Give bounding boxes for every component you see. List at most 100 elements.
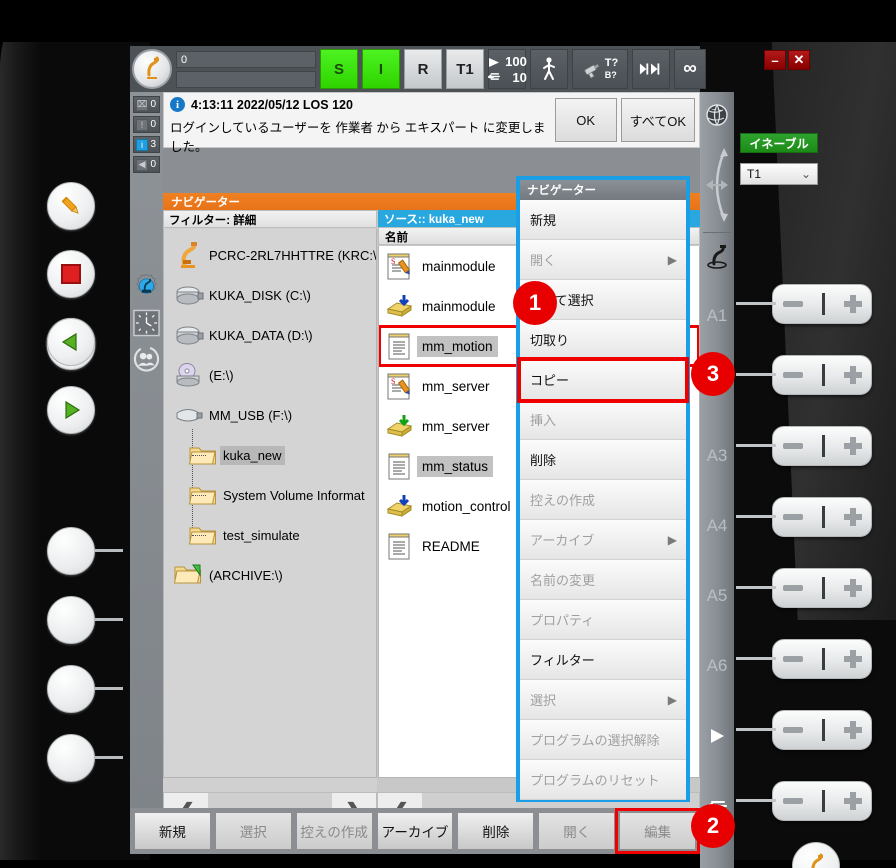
plus-icon[interactable] <box>843 579 862 597</box>
jog-mode-button[interactable] <box>530 49 568 89</box>
context-menu-item-cut[interactable]: 切取り <box>520 320 686 360</box>
context-menu-item-reset-program[interactable]: プログラムのリセット <box>520 760 686 800</box>
program-line-field[interactable] <box>176 70 316 88</box>
tree-item-kuka-new[interactable]: kuka_new <box>164 435 376 475</box>
program-override-rocker[interactable] <box>772 710 872 750</box>
minus-icon[interactable] <box>782 514 803 520</box>
program-name-field[interactable]: 0 <box>176 50 316 68</box>
run-backward-button[interactable] <box>47 318 95 366</box>
step-badge-number: 2 <box>706 813 720 838</box>
axis-rocker-a2[interactable] <box>772 355 872 395</box>
main-menu-button[interactable] <box>132 49 172 89</box>
context-menu-item-filter[interactable]: フィルター <box>520 640 686 680</box>
info-messages-indicator[interactable]: i 3 <box>133 136 160 153</box>
minus-icon[interactable] <box>782 798 803 804</box>
tree-item-kuka-data[interactable]: KUKA_DATA (D:\) <box>164 315 376 355</box>
context-menu-item-copy[interactable]: コピー <box>517 357 689 403</box>
warning-messages-indicator[interactable]: ! 0 <box>133 116 160 133</box>
waiting-messages-indicator[interactable]: ◀ 0 <box>133 156 160 173</box>
bottom-button-select[interactable]: 選択 <box>214 812 292 850</box>
tree-item-kuka-disk[interactable]: KUKA_DISK (C:\) <box>164 275 376 315</box>
infinity-button[interactable]: ∞ <box>674 49 706 89</box>
minus-icon[interactable] <box>782 372 803 378</box>
enable-label: イネーブル <box>749 136 809 151</box>
context-menu-item-duplicate[interactable]: 控えの作成 <box>520 480 686 520</box>
context-menu-item-archive[interactable]: アーカイブ ▶ <box>520 520 686 560</box>
minimize-button[interactable]: – <box>764 50 786 70</box>
context-menu-item-delete[interactable]: 削除 <box>520 440 686 480</box>
filter-header[interactable]: フィルター: 詳細 <box>163 210 377 228</box>
context-menu-item-open[interactable]: 開く ▶ <box>520 240 686 280</box>
ack-messages-indicator[interactable]: ⌧ 0 <box>133 96 160 113</box>
jog-override-rocker[interactable] <box>772 781 872 821</box>
stop-button[interactable] <box>47 250 95 298</box>
close-button[interactable]: ✕ <box>788 50 810 70</box>
context-menu-item-properties[interactable]: プロパティ <box>520 600 686 640</box>
enable-button[interactable]: イネーブル <box>740 133 818 153</box>
tree-item-test-simulate[interactable]: test_simulate <box>164 515 376 555</box>
context-menu-item-selection[interactable]: 選択 ▶ <box>520 680 686 720</box>
tree-item-system-volume[interactable]: System Volume Informat <box>164 475 376 515</box>
blank-button-1[interactable] <box>47 527 95 575</box>
user-group-button[interactable] <box>133 345 160 373</box>
world-coordinate-button[interactable] <box>700 92 734 138</box>
status-r-button[interactable]: R <box>404 49 442 89</box>
plus-icon[interactable] <box>843 295 862 313</box>
ok-button[interactable]: OK <box>554 98 617 142</box>
context-menu-label: アーカイブ <box>530 533 595 548</box>
edit-pencil-button-top[interactable] <box>47 182 95 230</box>
context-menu-item-new[interactable]: 新規 <box>520 200 686 240</box>
tree-item-label: (E:\) <box>209 367 234 383</box>
minus-icon[interactable] <box>782 585 803 591</box>
status-t1-button[interactable]: T1 <box>446 49 484 89</box>
tree-item-e-drive[interactable]: (E:\) <box>164 355 376 395</box>
status-s-button[interactable]: S <box>320 49 358 89</box>
axis-rocker-a3[interactable] <box>772 426 872 466</box>
bottom-button-delete[interactable]: 削除 <box>457 812 535 850</box>
tree-item-archive[interactable]: (ARCHIVE:\) <box>164 555 376 595</box>
settings-gear-button[interactable] <box>133 271 160 301</box>
blank-button-4[interactable] <box>47 734 95 782</box>
ok-all-button[interactable]: すべてOK <box>620 98 695 142</box>
run-forward-button[interactable] <box>47 386 95 434</box>
context-menu-item-rename[interactable]: 名前の変更 <box>520 560 686 600</box>
blank-button-2[interactable] <box>47 596 95 644</box>
directory-tree[interactable]: PCRC-2RL7HHTTRE (KRC:\) KUKA_DISK (C:\) <box>163 229 377 778</box>
clock-button[interactable] <box>133 309 160 337</box>
context-menu-item-deselect-program[interactable]: プログラムの選択解除 <box>520 720 686 760</box>
plus-icon[interactable] <box>843 366 862 384</box>
tree-item-krc[interactable]: PCRC-2RL7HHTTRE (KRC:\) <box>164 235 376 275</box>
bottom-button-open[interactable]: 開く <box>538 812 616 850</box>
context-menu-item-paste[interactable]: 挿入 <box>520 400 686 440</box>
robot-jog-button[interactable] <box>700 233 734 281</box>
notification-text[interactable]: i 4:13:11 2022/05/12 LOS 120 ログインしているユーザ… <box>164 93 555 154</box>
program-override-value: 100 <box>505 53 527 69</box>
minus-icon[interactable] <box>782 301 803 307</box>
plus-icon[interactable] <box>843 650 862 668</box>
increment-button[interactable] <box>632 49 670 89</box>
plus-icon[interactable] <box>843 721 862 739</box>
minus-icon[interactable] <box>782 656 803 662</box>
axis-rocker-a1[interactable] <box>772 284 872 324</box>
plus-icon[interactable] <box>843 437 862 455</box>
tool-base-button[interactable]: T? B? <box>572 49 628 89</box>
bottom-button-edit[interactable]: 編集 <box>615 808 701 854</box>
mode-select[interactable]: T1 ⌄ <box>740 163 818 185</box>
bottom-button-new[interactable]: 新規 <box>134 812 211 850</box>
bottom-button-archive[interactable]: アーカイブ <box>376 812 454 850</box>
program-override-rail-icon[interactable] <box>700 701 734 771</box>
minus-icon[interactable] <box>782 727 803 733</box>
axis-rocker-a4[interactable] <box>772 497 872 537</box>
status-i-button[interactable]: I <box>362 49 400 89</box>
minus-icon[interactable] <box>782 443 803 449</box>
tree-item-mm-usb[interactable]: MM_USB (F:\) <box>164 395 376 435</box>
axis-rocker-a5[interactable] <box>772 568 872 608</box>
blank-button-3[interactable] <box>47 665 95 713</box>
rocker-stem-a5 <box>736 586 776 589</box>
axis-rocker-a6[interactable] <box>772 639 872 679</box>
bottom-button-duplicate[interactable]: 控えの作成 <box>295 812 373 850</box>
plus-icon[interactable] <box>843 508 862 526</box>
plus-icon[interactable] <box>843 792 862 810</box>
override-button[interactable]: 100 10 <box>488 49 527 89</box>
rocker-divider <box>821 435 825 457</box>
